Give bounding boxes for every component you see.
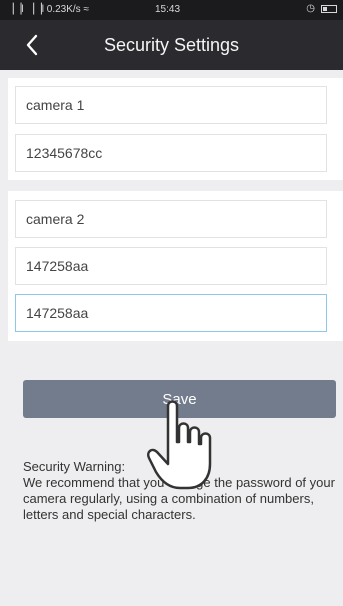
camera-2-name-field[interactable] [15, 200, 327, 238]
alarm-icon: ◷ [306, 3, 315, 14]
battery-icon [321, 4, 337, 13]
camera-2-confirm-password-field[interactable] [15, 294, 327, 332]
status-signal: ▕▕l ▕▕l 0.23K/s ≈ [6, 4, 89, 15]
status-time: 15:43 [155, 4, 181, 15]
camera-1-password-field[interactable] [15, 134, 327, 172]
status-bar: ▕▕l ▕▕l 0.23K/s ≈ 15:43 ◷ [0, 0, 343, 20]
header: Security Settings [0, 20, 343, 70]
status-right: ◷ [306, 3, 337, 14]
page-title: Security Settings [103, 35, 240, 55]
camera-1-name-field[interactable] [15, 86, 327, 124]
camera-2-password-field[interactable] [15, 247, 327, 285]
hand-pointer-icon [147, 400, 212, 490]
